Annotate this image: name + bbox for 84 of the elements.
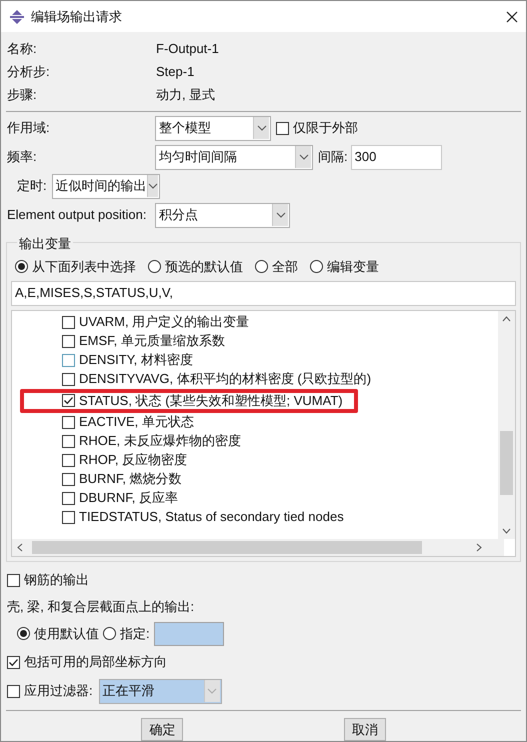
list-item: BURNF, 燃烧分数 bbox=[79, 470, 182, 488]
value-text: F-Output-1 bbox=[156, 40, 219, 58]
dropdown-value: 整个模型 bbox=[159, 119, 211, 138]
dialog-button[interactable]: 取消 bbox=[344, 718, 386, 741]
label: 全部 bbox=[272, 258, 298, 276]
interval-field[interactable]: 300 bbox=[350, 144, 442, 170]
dropdown-value: 积分点 bbox=[159, 206, 198, 224]
dropdown[interactable]: 均匀时间间隔 bbox=[155, 144, 313, 170]
label: 从下面列表中选择 bbox=[32, 258, 136, 276]
list-row[interactable]: EMSF, 单元质量缩放系数 bbox=[62, 332, 496, 350]
checkbox[interactable] bbox=[62, 492, 75, 504]
checkbox[interactable] bbox=[7, 656, 20, 668]
dropdown-value: 近似时间的输出 bbox=[56, 177, 147, 196]
dropdown[interactable]: 正在平滑 bbox=[98, 678, 222, 704]
list-item: TIEDSTATUS, Status of secondary tied nodes bbox=[79, 508, 344, 526]
label: 预选的默认值 bbox=[165, 258, 243, 276]
dropdown-value: 均匀时间间隔 bbox=[159, 148, 237, 166]
label: 壳, 梁, 和复合层截面点上的输出: bbox=[7, 598, 196, 614]
checkbox[interactable] bbox=[276, 122, 289, 134]
radio-button[interactable] bbox=[103, 627, 116, 640]
label: 间隔: bbox=[318, 148, 348, 166]
list-row[interactable]: DBURNF, 反应率 bbox=[62, 488, 496, 508]
label: 钢筋的输出 bbox=[24, 571, 89, 590]
list-row[interactable]: BURNF, 燃烧分数 bbox=[62, 470, 496, 488]
checkbox[interactable] bbox=[7, 684, 20, 698]
dropdown[interactable]: 整个模型 bbox=[155, 116, 271, 140]
label: 步骤: bbox=[7, 86, 38, 104]
list-row[interactable]: DENSITY, 材料密度 bbox=[62, 350, 496, 370]
label: 频率: bbox=[7, 148, 38, 166]
horizontal-scrollbar[interactable] bbox=[12, 538, 504, 556]
checkbox[interactable] bbox=[62, 434, 75, 448]
label: 仅限于外部 bbox=[293, 119, 358, 138]
checkbox[interactable] bbox=[62, 416, 75, 428]
value-text: Step-1 bbox=[156, 62, 194, 81]
list-item: RHOP, 反应物密度 bbox=[79, 451, 188, 470]
checkbox[interactable] bbox=[62, 334, 75, 348]
label: 名称: bbox=[7, 40, 38, 58]
list-item: RHOE, 未反应爆炸物的密度 bbox=[79, 432, 241, 450]
checkbox[interactable] bbox=[7, 574, 20, 586]
radio-button[interactable] bbox=[255, 260, 268, 273]
radio-button[interactable] bbox=[15, 260, 28, 273]
list-row[interactable]: TIEDSTATUS, Status of secondary tied nodes bbox=[62, 508, 496, 526]
label: 指定: bbox=[120, 624, 150, 643]
label: 包括可用的局部坐标方向 bbox=[24, 653, 167, 672]
label: Element output position: bbox=[7, 206, 148, 224]
label: 定时: bbox=[17, 177, 47, 196]
list-row[interactable]: RHOP, 反应物密度 bbox=[62, 450, 496, 470]
dropdown[interactable]: 近似时间的输出 bbox=[52, 174, 160, 198]
vertical-scrollbar[interactable] bbox=[498, 310, 515, 538]
checkbox[interactable] bbox=[62, 372, 75, 386]
label: 使用默认值 bbox=[34, 624, 99, 643]
variables-field[interactable]: A,E,MISES,S,STATUS,U,V, bbox=[11, 280, 516, 306]
list-row[interactable]: RHOE, 未反应爆炸物的密度 bbox=[62, 432, 496, 450]
label: 应用过滤器: bbox=[24, 682, 93, 700]
value-text: 动力, 显式 bbox=[156, 86, 216, 104]
checkbox[interactable] bbox=[62, 472, 75, 486]
close-icon[interactable] bbox=[506, 10, 518, 22]
app-icon bbox=[9, 8, 25, 24]
checkbox[interactable] bbox=[62, 394, 75, 407]
specify-field[interactable] bbox=[154, 622, 224, 646]
list-item: DBURNF, 反应率 bbox=[79, 489, 178, 508]
list-item: STATUS, 状态 (某些失效和塑性模型; VUMAT) bbox=[79, 392, 343, 410]
dropdown-value: 正在平滑 bbox=[102, 682, 155, 700]
label: 作用域: bbox=[7, 119, 51, 138]
window-title: 编辑场输出请求 bbox=[31, 8, 122, 26]
dialog-button[interactable]: 确定 bbox=[141, 718, 184, 741]
list-item: EACTIVE, 单元状态 bbox=[79, 413, 194, 432]
list-item: DENSITYVAVG, 体积平均的材料密度 (只欧拉型的) bbox=[79, 370, 372, 388]
radio-button[interactable] bbox=[310, 260, 323, 273]
list-item: EMSF, 单元质量缩放系数 bbox=[79, 332, 225, 350]
checkbox[interactable] bbox=[62, 510, 75, 524]
dropdown[interactable]: 积分点 bbox=[155, 202, 290, 228]
checkbox[interactable] bbox=[62, 316, 75, 328]
label: 编辑变量 bbox=[327, 258, 379, 276]
list-row[interactable]: UVARM, 用户定义的输出变量 bbox=[62, 312, 496, 332]
radio-button[interactable] bbox=[17, 627, 30, 640]
radio-button[interactable] bbox=[148, 260, 161, 273]
list-row[interactable]: EACTIVE, 单元状态 bbox=[62, 412, 496, 432]
label: 分析步: bbox=[7, 62, 51, 81]
list-row[interactable]: DENSITYVAVG, 体积平均的材料密度 (只欧拉型的) bbox=[62, 370, 496, 388]
checkbox[interactable] bbox=[62, 454, 75, 466]
list-item: DENSITY, 材料密度 bbox=[79, 351, 193, 370]
list-item: UVARM, 用户定义的输出变量 bbox=[79, 313, 250, 332]
checkbox[interactable] bbox=[62, 354, 75, 366]
